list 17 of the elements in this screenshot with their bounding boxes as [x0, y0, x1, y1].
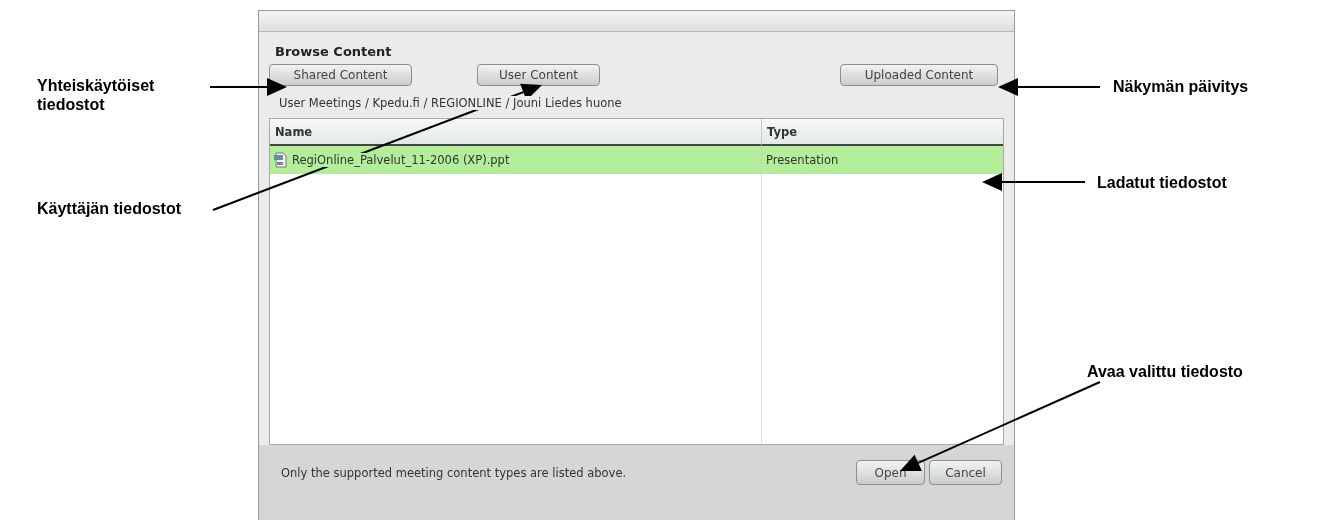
source-button[interactable]: Shared Content: [269, 64, 412, 86]
column-header[interactable]: Type: [762, 119, 1003, 146]
dialog-button[interactable]: Cancel: [929, 460, 1002, 485]
footer-note: Only the supported meeting content types are listed above.: [281, 465, 627, 480]
table-cell[interactable]: RegiOnline_Palvelut_11-2006 (XP).ppt: [270, 146, 762, 174]
annotation-label: Avaa valittu tiedosto: [1087, 362, 1244, 381]
annotation-label: Näkymän päivitys: [1113, 77, 1250, 96]
source-button[interactable]: User Content: [477, 64, 600, 86]
annotation-label: Yhteiskäytöiset tiedostot: [37, 76, 156, 114]
source-button[interactable]: Uploaded Content: [840, 64, 998, 86]
breadcrumb: User Meetings / Kpedu.fi / REGIONLINE / Jouni Liedes huone: [279, 96, 622, 110]
annotation-label: Käyttäjän tiedostot: [37, 199, 182, 218]
dialog-title: Browse Content: [275, 44, 393, 59]
presentation-file-icon: [274, 152, 288, 168]
column-header[interactable]: Name: [270, 119, 762, 146]
annotation-label: Ladatut tiedostot: [1097, 173, 1228, 192]
table-cell[interactable]: Presentation: [762, 146, 1003, 174]
